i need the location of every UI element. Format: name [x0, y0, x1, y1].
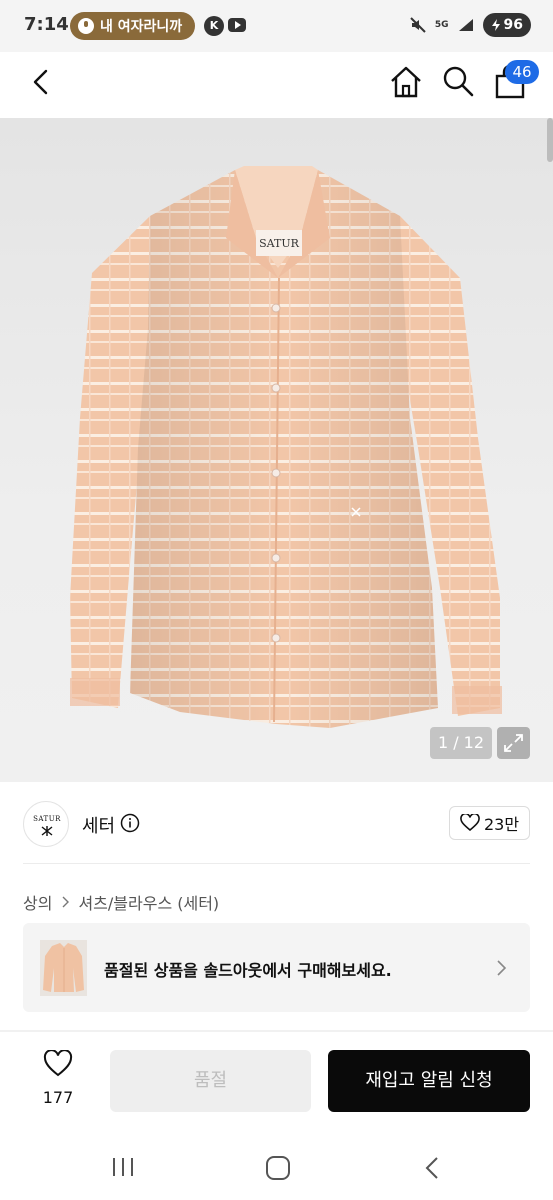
scrollbar-thumb[interactable]: [547, 118, 553, 162]
signal-icon: [458, 19, 473, 31]
mic-icon: [78, 18, 94, 34]
heart-icon: [460, 814, 480, 832]
shirt-label: SATUR: [259, 237, 299, 250]
image-counter: 1 / 12: [430, 727, 492, 759]
breadcrumb: 상의 셔츠/블라우스 (세터): [23, 890, 219, 914]
restock-alert-button[interactable]: 재입고 알림 신청: [328, 1050, 530, 1112]
status-bar: 7:14 내 여자라니까 K 5G 96: [0, 0, 553, 52]
system-navigation-bar: [0, 1133, 553, 1200]
chevron-right-icon: [62, 896, 70, 908]
expand-arrows-icon[interactable]: [497, 727, 530, 759]
chevron-right-icon: [497, 960, 507, 976]
battery-indicator: 96: [482, 13, 531, 37]
k-app-icon: K: [204, 16, 224, 36]
shirt-illustration: SATUR: [70, 166, 502, 728]
brand-like-count: 23만: [483, 815, 520, 834]
wishlist-button[interactable]: 177: [30, 1049, 86, 1112]
banner-text: 품절된 상품을 솔드아웃에서 구매해보세요.: [104, 961, 392, 980]
divider: [23, 863, 530, 864]
app-header: 46: [0, 52, 553, 118]
recent-apps-icon[interactable]: [110, 1156, 136, 1178]
back-icon[interactable]: [26, 66, 58, 98]
mute-icon: [409, 16, 427, 34]
soldout-banner[interactable]: 품절된 상품을 솔드아웃에서 구매해보세요.: [23, 923, 530, 1012]
breadcrumb-item-subcategory[interactable]: 셔츠/블라우스 (세터): [78, 890, 219, 914]
cart-count-badge: 46: [505, 60, 539, 84]
brand-mark-icon: [41, 826, 53, 836]
brand-logo[interactable]: SATUR: [23, 801, 69, 847]
battery-level: 96: [503, 17, 523, 33]
brand-like-button[interactable]: 23만: [449, 806, 530, 840]
section-divider: [0, 1030, 553, 1032]
heart-icon: [43, 1049, 73, 1077]
product-image[interactable]: SATUR: [0, 118, 553, 782]
network-type: 5G: [434, 19, 449, 30]
notification-pill[interactable]: 내 여자라니까: [70, 12, 195, 40]
notification-text: 내 여자라니까: [100, 19, 183, 35]
brand-name[interactable]: 세터: [82, 812, 115, 838]
brand-logo-text: SATUR: [33, 815, 61, 823]
system-back-icon[interactable]: [420, 1155, 446, 1181]
status-time: 7:14: [24, 14, 69, 35]
battery-bolt-icon: [491, 19, 500, 31]
info-icon[interactable]: [120, 813, 140, 833]
youtube-icon: [228, 18, 246, 32]
system-home-icon[interactable]: [265, 1155, 291, 1181]
search-icon[interactable]: [441, 64, 475, 98]
home-icon[interactable]: [388, 64, 424, 100]
status-right: 5G 96: [409, 13, 531, 37]
soldout-button: 품절: [110, 1050, 311, 1112]
banner-thumbnail: [40, 940, 87, 996]
wishlist-count: 177: [42, 1088, 74, 1107]
breadcrumb-item-category[interactable]: 상의: [23, 890, 52, 914]
